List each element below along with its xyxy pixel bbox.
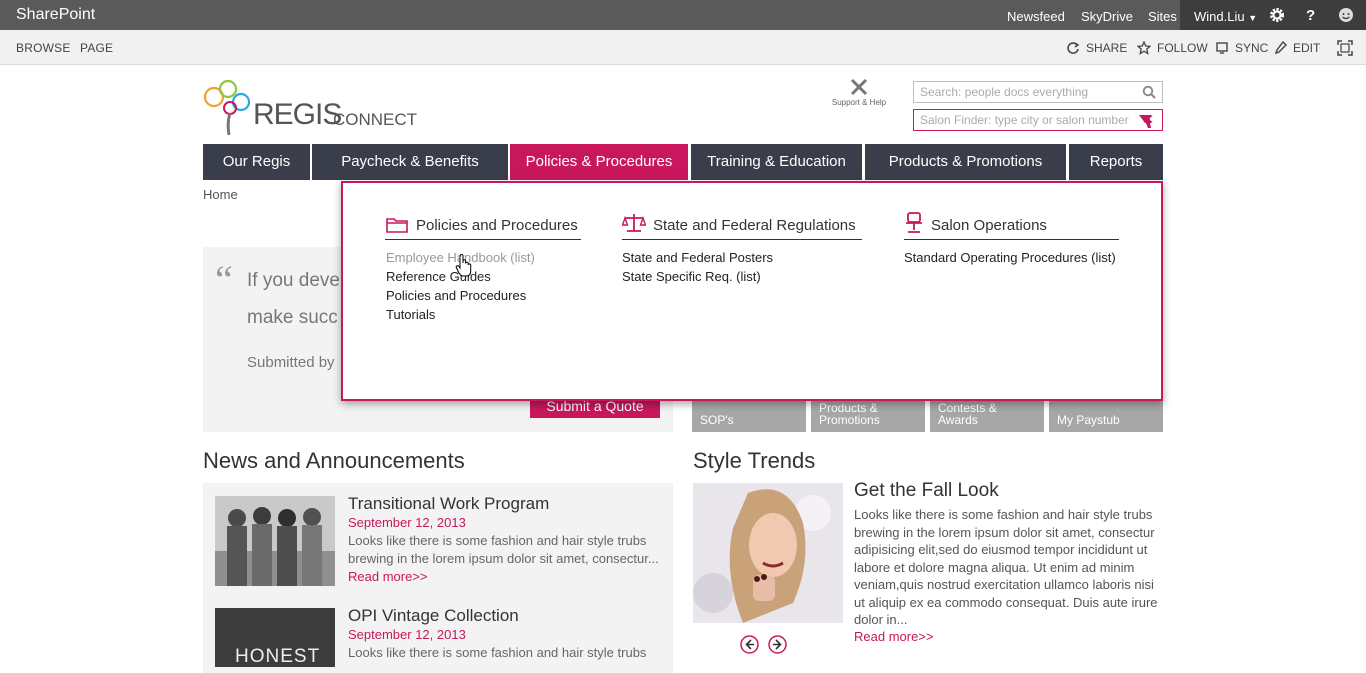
user-menu[interactable]: Wind.Liu ▼: [1194, 9, 1257, 24]
star-icon: [1136, 40, 1152, 55]
newsfeed-link[interactable]: Newsfeed: [1007, 9, 1065, 24]
tile-products-promotions[interactable]: Products & Promotions: [811, 398, 925, 432]
follow-label: FOLLOW: [1157, 41, 1208, 55]
nav-our-regis[interactable]: Our Regis: [203, 144, 310, 180]
news-item-2-date: September 12, 2013: [348, 627, 466, 642]
chevron-down-icon: ▼: [1248, 13, 1258, 23]
news-item-1-title[interactable]: Transitional Work Program: [348, 494, 549, 514]
menu-link-sop-list[interactable]: Standard Operating Procedures (list): [904, 250, 1116, 265]
quote-submitted-by: Submitted by: [247, 354, 335, 371]
tile-sops[interactable]: SOP's: [692, 398, 806, 432]
style-trends-read-more[interactable]: Read more>>: [854, 629, 934, 644]
style-trends-body: Looks like there is some fashion and hai…: [854, 507, 1158, 627]
breadcrumb-home[interactable]: Home: [203, 187, 238, 202]
suite-bar: SharePoint Newsfeed SkyDrive Sites Wind.…: [0, 0, 1366, 30]
focus-content-icon[interactable]: [1337, 40, 1353, 56]
support-help-label: Support & Help: [831, 98, 887, 107]
nav-paycheck-benefits[interactable]: Paycheck & Benefits: [312, 144, 508, 180]
sites-link[interactable]: Sites: [1148, 9, 1177, 24]
news-image-honest[interactable]: HONEST: [215, 608, 335, 667]
skydrive-link[interactable]: SkyDrive: [1081, 9, 1133, 24]
policies-mega-menu: Policies and Procedures Employee Handboo…: [341, 181, 1163, 401]
menu-heading-policies[interactable]: Policies and Procedures: [385, 217, 581, 240]
user-area: Wind.Liu ▼ ?: [1180, 0, 1366, 30]
salon-finder-box: [913, 109, 1163, 131]
style-trends-image[interactable]: [693, 483, 843, 623]
menu-link-state-federal-posters[interactable]: State and Federal Posters: [622, 250, 773, 265]
quote-text-line-2: make succ: [247, 307, 338, 328]
tab-browse[interactable]: BROWSE: [16, 41, 71, 55]
support-help-link[interactable]: Support & Help: [826, 78, 892, 107]
tab-page[interactable]: PAGE: [80, 41, 113, 55]
sync-icon: [1216, 42, 1228, 54]
menu-link-tutorials[interactable]: Tutorials: [386, 307, 435, 322]
menu-link-reference-guides[interactable]: Reference Guides: [386, 269, 491, 284]
menu-heading-salon-operations[interactable]: Salon Operations: [904, 217, 1119, 240]
search-box: [913, 81, 1163, 103]
tile-my-paystub[interactable]: My Paystub: [1049, 398, 1163, 432]
news-section-title: News and Announcements: [203, 448, 465, 473]
news-item-1-date: September 12, 2013: [348, 515, 466, 530]
menu-link-policies-procedures[interactable]: Policies and Procedures: [386, 288, 526, 303]
nav-policies-procedures[interactable]: Policies & Procedures: [510, 144, 688, 180]
logo-sub-text: CONNECT: [333, 110, 418, 129]
style-trends-title: Style Trends: [693, 448, 816, 473]
help-icon[interactable]: ?: [1306, 7, 1315, 24]
edit-label: EDIT: [1293, 41, 1321, 55]
previous-arrow-icon[interactable]: [740, 635, 759, 654]
tools-icon: [850, 78, 868, 96]
news-image-honest-text: HONEST: [235, 646, 321, 667]
hand-cursor-icon: [455, 254, 472, 277]
sync-label: SYNC: [1235, 41, 1269, 55]
user-name: Wind.Liu: [1194, 9, 1245, 24]
menu-heading-regulations[interactable]: State and Federal Regulations: [622, 217, 862, 240]
nav-products-promotions[interactable]: Products & Promotions: [865, 144, 1066, 180]
search-icon[interactable]: [1142, 85, 1156, 99]
profile-icon[interactable]: [1337, 6, 1355, 24]
sync-button[interactable]: SYNC: [1215, 41, 1268, 55]
tile-contests-awards[interactable]: Contests & Awards: [930, 398, 1044, 432]
news-item-1-read-more[interactable]: Read more>>: [348, 569, 428, 584]
share-label: SHARE: [1086, 41, 1128, 55]
quote-text-line-1: If you deve: [247, 270, 340, 291]
share-button[interactable]: SHARE: [1066, 41, 1127, 55]
news-item-1-body: Looks like there is some fashion and hai…: [348, 533, 659, 566]
news-image-group[interactable]: [215, 496, 335, 586]
news-item-2-body: Looks like there is some fashion and hai…: [348, 645, 647, 660]
share-icon: [1067, 42, 1080, 54]
edit-button[interactable]: EDIT: [1274, 40, 1321, 55]
gear-icon[interactable]: [1268, 6, 1286, 24]
follow-button[interactable]: FOLLOW: [1136, 40, 1208, 55]
menu-link-state-specific-req[interactable]: State Specific Req. (list): [622, 269, 761, 284]
hair-dryer-icon[interactable]: [1137, 111, 1159, 129]
news-item-2-title[interactable]: OPI Vintage Collection: [348, 606, 519, 626]
style-trends-headline[interactable]: Get the Fall Look: [854, 480, 999, 502]
sharepoint-brand[interactable]: SharePoint: [16, 6, 95, 24]
salon-finder-input[interactable]: [918, 111, 1138, 129]
quote-mark-icon: “: [215, 257, 233, 302]
ribbon: BROWSE PAGE SHARE FOLLOW SYNC EDIT: [0, 30, 1366, 65]
nav-training-education[interactable]: Training & Education: [691, 144, 862, 180]
nav-reports[interactable]: Reports: [1069, 144, 1163, 180]
search-input[interactable]: [918, 83, 1138, 101]
pencil-icon: [1274, 40, 1287, 55]
next-arrow-icon[interactable]: [768, 635, 787, 654]
logo-main-text: REGIS: [253, 98, 342, 131]
